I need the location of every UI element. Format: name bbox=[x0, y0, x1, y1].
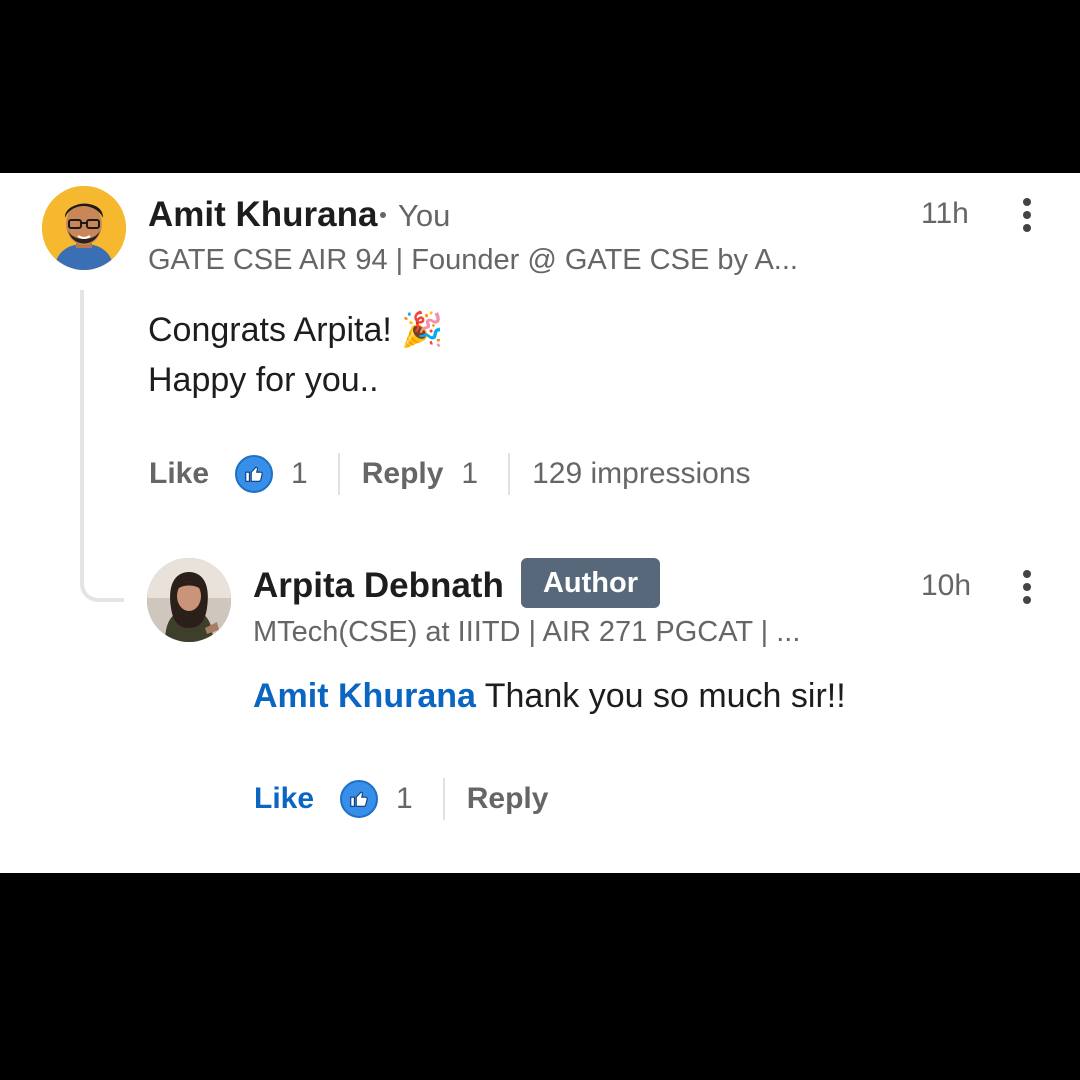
thumbs-up-icon[interactable] bbox=[340, 780, 379, 818]
reply-button[interactable]: Reply bbox=[362, 457, 444, 491]
separator-dot bbox=[380, 211, 386, 218]
avatar[interactable] bbox=[42, 186, 126, 270]
more-vertical-icon[interactable] bbox=[1022, 570, 1032, 610]
avatar-image bbox=[42, 186, 126, 270]
more-vertical-icon[interactable] bbox=[1022, 198, 1032, 238]
comment-body: Congrats Arpita! 🎉 Happy for you.. bbox=[148, 305, 444, 405]
reply-actions: Like 1 Reply bbox=[254, 776, 548, 822]
mention-link[interactable]: Amit Khurana bbox=[253, 677, 476, 715]
like-count[interactable]: 1 bbox=[291, 457, 308, 491]
avatar-image bbox=[147, 558, 231, 642]
like-count[interactable]: 1 bbox=[396, 782, 413, 816]
comment-author-name[interactable]: Amit Khurana bbox=[148, 195, 377, 235]
divider bbox=[442, 778, 445, 820]
comment-text-line: Congrats Arpita! 🎉 bbox=[148, 311, 444, 349]
like-button[interactable]: Like bbox=[149, 457, 209, 491]
reply-author-name[interactable]: Arpita Debnath bbox=[253, 566, 504, 606]
reply-author-headline: MTech(CSE) at IIITD | AIR 271 PGCAT | ..… bbox=[253, 616, 801, 648]
divider bbox=[508, 453, 511, 495]
reply-body: Amit Khurana Thank you so much sir!! bbox=[253, 677, 846, 716]
comment-text-line: Happy for you.. bbox=[148, 361, 379, 399]
thumbs-up-icon[interactable] bbox=[235, 455, 274, 493]
reply-button[interactable]: Reply bbox=[467, 782, 549, 816]
you-label: You bbox=[380, 198, 450, 234]
reply-text: Thank you so much sir!! bbox=[475, 677, 846, 715]
divider bbox=[337, 453, 340, 495]
comment-timestamp: 11h bbox=[921, 197, 969, 230]
reply-timestamp: 10h bbox=[921, 569, 972, 602]
comment-actions: Like 1 Reply 1 129 impressions bbox=[149, 451, 751, 497]
comments-panel: Amit Khurana You GATE CSE AIR 94 | Found… bbox=[0, 173, 1080, 873]
like-button[interactable]: Like bbox=[254, 782, 314, 816]
impressions-count[interactable]: 129 impressions bbox=[532, 457, 750, 491]
you-text: You bbox=[398, 198, 451, 233]
avatar[interactable] bbox=[147, 558, 231, 642]
comment-author-headline: GATE CSE AIR 94 | Founder @ GATE CSE by … bbox=[148, 244, 798, 276]
reply-count[interactable]: 1 bbox=[461, 457, 478, 491]
author-badge: Author bbox=[521, 558, 660, 608]
thread-connector bbox=[80, 290, 124, 602]
